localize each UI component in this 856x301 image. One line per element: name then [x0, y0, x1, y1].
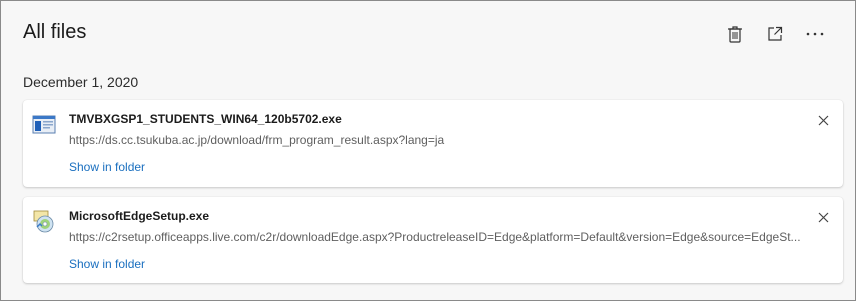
- file-source-url: https://ds.cc.tsukuba.ac.jp/download/frm…: [69, 133, 445, 147]
- show-in-folder-link[interactable]: Show in folder: [69, 257, 145, 271]
- file-source-url: https://c2rsetup.officeapps.live.com/c2r…: [69, 230, 801, 244]
- delete-all-button[interactable]: [715, 21, 755, 47]
- more-icon: [806, 32, 824, 36]
- show-in-folder-link[interactable]: Show in folder: [69, 160, 145, 174]
- close-icon: [818, 212, 828, 222]
- download-item: MicrosoftEdgeSetup.exe https://c2rsetup.…: [23, 197, 843, 283]
- open-downloads-page-button[interactable]: [755, 21, 795, 47]
- downloads-panel: All files December 1, 2020 TMVBXGSP1_STU…: [0, 0, 856, 301]
- open-external-icon: [768, 26, 783, 41]
- download-item: TMVBXGSP1_STUDENTS_WIN64_120b5702.exe ht…: [23, 100, 843, 187]
- page-title: All files: [23, 21, 87, 43]
- setup-disc-icon: [32, 209, 56, 233]
- trash-icon: [728, 26, 742, 43]
- remove-download-button[interactable]: [815, 112, 831, 128]
- header-toolbar: [715, 21, 835, 47]
- close-icon: [818, 115, 828, 125]
- date-group-header: December 1, 2020: [23, 74, 139, 90]
- remove-download-button[interactable]: [815, 209, 831, 225]
- installer-window-icon: [32, 112, 56, 136]
- file-name: MicrosoftEdgeSetup.exe: [69, 209, 210, 223]
- file-name: TMVBXGSP1_STUDENTS_WIN64_120b5702.exe: [69, 112, 342, 126]
- more-options-button[interactable]: [795, 21, 835, 47]
